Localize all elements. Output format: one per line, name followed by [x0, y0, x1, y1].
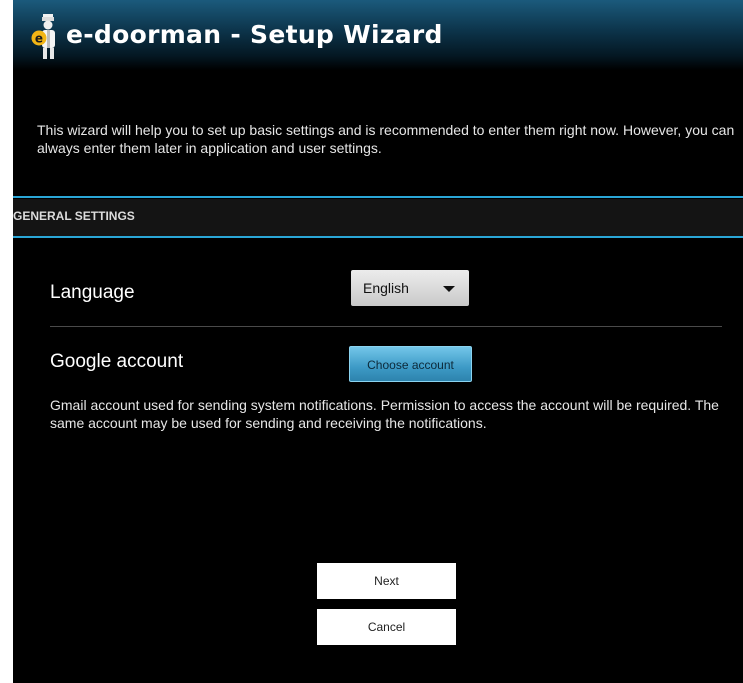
doorman-icon: e [31, 14, 61, 60]
next-button-label: Next [374, 574, 399, 588]
section-title: GENERAL SETTINGS [13, 209, 135, 223]
section-header: GENERAL SETTINGS [13, 199, 743, 236]
chevron-down-icon [443, 286, 455, 292]
language-dropdown[interactable]: English [351, 270, 469, 306]
intro-text: This wizard will help you to set up basi… [37, 122, 735, 156]
next-button[interactable]: Next [317, 563, 456, 599]
choose-account-button-label: Choose account [367, 358, 454, 372]
google-account-description: Gmail account used for sending system no… [50, 397, 719, 431]
section-divider-top [13, 196, 743, 198]
row-divider [50, 326, 722, 327]
svg-text:e: e [35, 32, 43, 46]
title-bar: e e-doorman - Setup Wizard [13, 0, 743, 70]
choose-account-button[interactable]: Choose account [349, 346, 472, 382]
cancel-button[interactable]: Cancel [317, 609, 456, 645]
language-label: Language [50, 282, 135, 303]
app-screen: e e-doorman - Setup Wizard This wizard w… [13, 0, 743, 683]
section-divider-bottom [13, 236, 743, 238]
app-title: e-doorman - Setup Wizard [66, 20, 443, 49]
cancel-button-label: Cancel [367, 620, 406, 634]
google-account-label: Google account [50, 351, 184, 372]
language-selected-value: English [363, 280, 409, 296]
